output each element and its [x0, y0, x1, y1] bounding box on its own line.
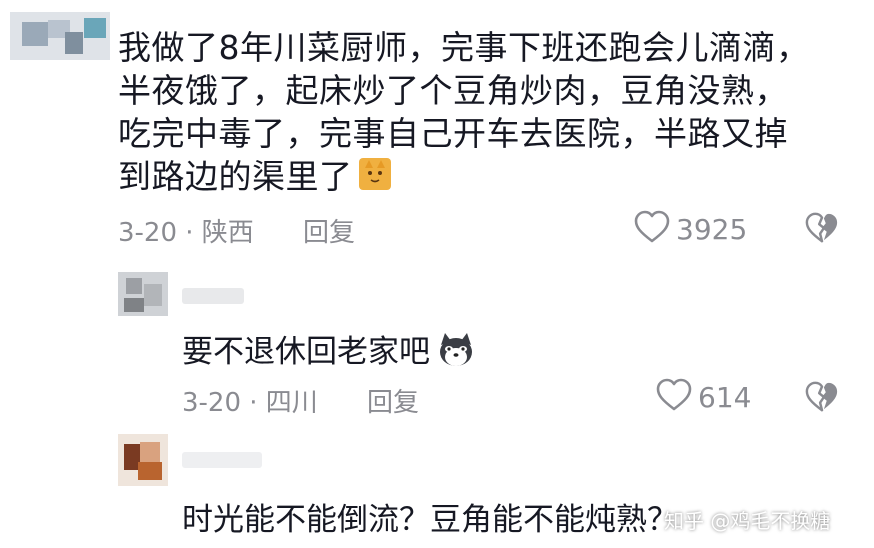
heart-outline-icon: [656, 378, 692, 416]
username-redacted: [182, 452, 262, 468]
comment-text: 要不退休回老家吧: [182, 326, 476, 377]
comment-line: 我做了8年川菜厨师，完事下班还跑会儿滴滴，: [118, 28, 810, 67]
comment-line-text: 到路边的渠里了: [118, 157, 353, 196]
broken-heart-icon: [805, 212, 839, 249]
comment-line: 半夜饿了，起床炒了个豆角炒肉，豆角没熟，: [118, 71, 788, 110]
avatar[interactable]: [10, 12, 110, 60]
dislike-button[interactable]: [805, 380, 839, 418]
like-button[interactable]: 614: [656, 378, 751, 416]
dislike-button[interactable]: [805, 211, 839, 249]
like-button[interactable]: 3925: [634, 210, 747, 248]
comment-line: 吃完中毒了，完事自己开车去医院，半路又掉: [118, 114, 788, 153]
heart-outline-icon: [634, 210, 670, 248]
comment-line-text: 要不退休回老家吧: [182, 334, 430, 370]
username-redacted: [182, 288, 244, 304]
like-count: 3925: [676, 212, 748, 246]
like-count: 614: [698, 380, 752, 414]
husky-emoji: [436, 331, 476, 377]
comment-line: 到路边的渠里了: [118, 155, 838, 202]
comment-text: 时光能不能倒流？豆角能不能炖熟？: [182, 502, 678, 538]
avatar[interactable]: [118, 434, 168, 486]
broken-heart-icon: [805, 381, 839, 418]
reply-button[interactable]: 回复: [367, 382, 419, 419]
comment-meta: 3-20 · 陕西: [118, 218, 254, 248]
avatar[interactable]: [118, 272, 168, 316]
comment-text: 我做了8年川菜厨师，完事下班还跑会儿滴滴， 半夜饿了，起床炒了个豆角炒肉，豆角没…: [118, 26, 838, 202]
cat-emoji: [357, 156, 393, 202]
comment-meta: 3-20 · 四川: [182, 388, 318, 418]
reply-button[interactable]: 回复: [303, 212, 355, 249]
watermark: 知乎 @鸡毛不换糖: [664, 509, 831, 533]
